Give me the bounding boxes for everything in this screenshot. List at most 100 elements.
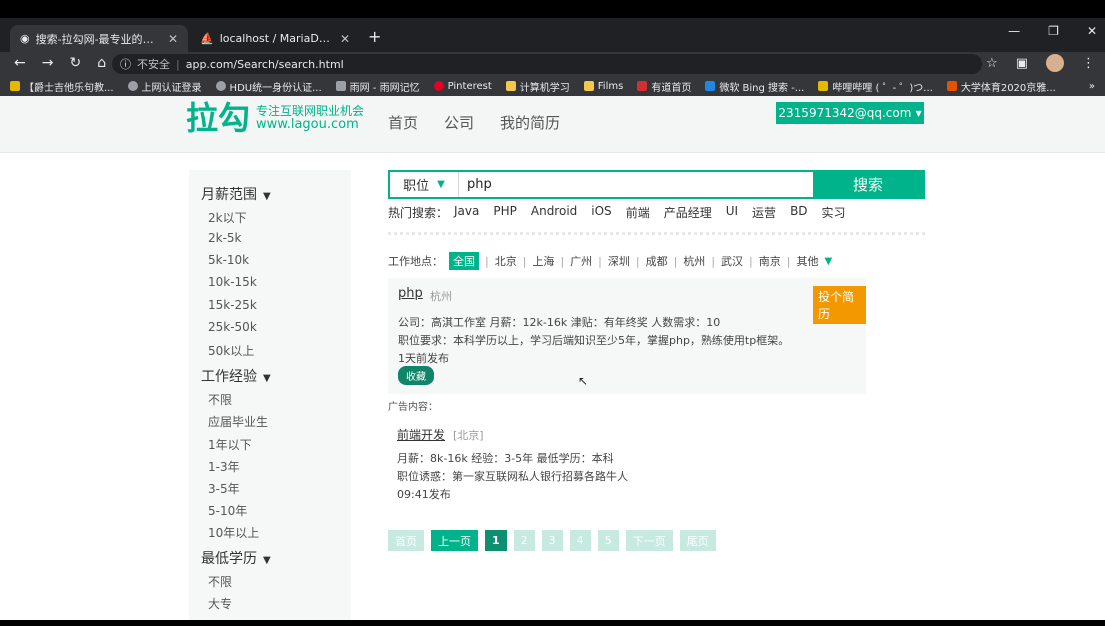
experience-option[interactable]: 1-3年 [208,458,240,475]
search-input[interactable]: php [459,172,813,197]
page-number[interactable]: 2 [513,530,535,551]
web-page: 拉勾 专注互联网职业机会 www.lagou.com 首页 公司 我的简历 23… [0,96,1105,626]
user-menu-button[interactable]: 2315971342@qq.com ▼ [776,102,924,124]
location-city[interactable]: 上海 [532,253,554,269]
apply-button[interactable]: 投个简历 [813,286,866,324]
location-city[interactable]: 广州 [570,253,592,269]
tab-phpmyadmin[interactable]: ⛵ localhost / MariaDB / recruit / ✕ [190,25,360,52]
nav-company[interactable]: 公司 [444,112,474,133]
pagination: 首页 上一页 1 2 3 4 5 下一页 尾页 [388,530,716,551]
page-last-button[interactable]: 尾页 [679,530,716,551]
bookmark-item[interactable]: 大学体育2020京雅... [946,79,1056,94]
experience-option[interactable]: 1年以下 [208,436,252,453]
star-icon[interactable]: ☆ [986,56,998,71]
bookmark-item[interactable]: Films [583,81,623,92]
bookmark-label: 哔哩哔哩 ( ゜- ゜)つ... [832,82,933,94]
facet-experience[interactable]: 工作经验 ▼ [201,366,271,386]
page-number[interactable]: 4 [569,530,591,551]
reload-icon[interactable]: ↻ [69,55,81,71]
location-all[interactable]: 全国 [449,252,479,270]
hot-term[interactable]: 实习 [822,204,846,221]
education-option[interactable]: 大专 [208,595,232,612]
nav-home[interactable]: 首页 [388,112,418,133]
page-number-current[interactable]: 1 [485,530,507,551]
salary-option[interactable]: 10k-15k [208,275,257,289]
minimize-icon[interactable]: — [1008,24,1020,38]
bookmark-item[interactable]: 有道首页 [637,79,691,94]
restore-icon[interactable]: ❐ [1048,24,1059,38]
bookmark-item[interactable]: 上网认证登录 [127,79,202,94]
close-icon[interactable]: ✕ [340,32,350,46]
salary-option[interactable]: 5k-10k [208,253,249,267]
experience-option[interactable]: 5-10年 [208,502,247,519]
location-city[interactable]: 北京 [495,253,517,269]
page-prev-button[interactable]: 上一页 [431,530,478,551]
location-city[interactable]: 南京 [759,253,781,269]
tv-icon [818,81,829,91]
hot-term[interactable]: Android [531,204,577,221]
bookmark-item[interactable]: Pinterest [433,81,492,92]
salary-option[interactable]: 25k-50k [208,320,257,334]
caret-down-icon[interactable]: ▼ [824,256,832,267]
hot-term[interactable]: 产品经理 [664,204,712,221]
close-window-icon[interactable]: ✕ [1087,24,1097,38]
site-logo[interactable]: 拉勾 专注互联网职业机会 www.lagou.com [186,102,364,134]
location-filter: 工作地点： 全国 | 北京 | 上海 | 广州 | 深圳 | 成都 | 杭州 |… [388,252,832,270]
bookmark-item[interactable]: 微软 Bing 搜索 -... [705,79,804,94]
hot-term[interactable]: 前端 [626,204,650,221]
bookmark-item[interactable]: 【爵士吉他乐句教... [10,79,114,94]
hot-term[interactable]: iOS [591,204,611,221]
home-icon[interactable]: ⌂ [97,55,106,71]
back-icon[interactable]: ← [14,55,26,71]
address-bar[interactable]: ⓘ 不安全 | app.com/Search/search.html [112,54,982,74]
bookmark-item[interactable]: 雨网 - 雨网记忆 [335,79,420,94]
location-more[interactable]: 其他 [796,253,818,269]
ad-job-title-link[interactable]: 前端开发 [397,426,445,443]
page-next-button[interactable]: 下一页 [625,530,673,551]
salary-option[interactable]: 15k-25k [208,298,257,312]
ad-label: 广告内容： [388,402,438,413]
experience-option[interactable]: 不限 [208,391,232,408]
experience-option[interactable]: 3-5年 [208,480,240,497]
info-icon[interactable]: ⓘ [120,56,131,72]
salary-option[interactable]: 50k以上 [208,342,254,359]
favorite-button[interactable]: 收藏 [398,366,434,385]
chevron-right-icon[interactable]: » [1089,81,1095,92]
new-tab-button[interactable]: + [368,27,381,46]
page-number[interactable]: 5 [597,530,619,551]
bookmark-item[interactable]: 计算机学习 [505,79,570,94]
job-title-link[interactable]: php [398,286,423,301]
location-city[interactable]: 成都 [646,253,668,269]
hot-term[interactable]: BD [790,204,807,221]
hot-term[interactable]: Java [454,204,479,221]
salary-option[interactable]: 2k以下 [208,209,247,226]
facet-education[interactable]: 最低学历 ▼ [201,548,271,568]
forward-icon[interactable]: → [42,55,54,71]
search-button[interactable]: 搜索 [813,172,923,197]
close-icon[interactable]: ✕ [168,32,178,46]
avatar[interactable] [1046,54,1064,72]
page-first-button[interactable]: 首页 [388,530,424,551]
bookmark-item[interactable]: 哔哩哔哩 ( ゜- ゜)つ... [818,79,933,94]
extension-icon[interactable]: ▣ [1016,56,1028,71]
location-city[interactable]: 深圳 [608,253,630,269]
hot-term[interactable]: PHP [493,204,517,221]
nav-my-resume[interactable]: 我的简历 [500,112,560,133]
salary-option[interactable]: 2k-5k [208,231,242,245]
education-option[interactable]: 不限 [208,573,232,590]
tab-lagou-search[interactable]: ◉ 搜索-拉勾网-最专业的互联网招聘 ✕ [10,25,188,52]
experience-option[interactable]: 应届毕业生 [208,413,268,430]
hot-term[interactable]: 运营 [752,204,776,221]
facet-salary[interactable]: 月薪范围 ▼ [201,184,271,204]
experience-option[interactable]: 10年以上 [208,524,259,541]
location-city[interactable]: 杭州 [683,253,705,269]
leaf-icon [335,81,346,91]
search-category-select[interactable]: 职位 ▼ [390,172,459,197]
bookmark-item[interactable]: HDU统一身份认证... [215,79,322,94]
caret-down-icon: ▼ [263,555,271,566]
menu-icon[interactable]: ⋮ [1082,56,1095,71]
page-number[interactable]: 3 [541,530,563,551]
hot-term[interactable]: UI [726,204,738,221]
globe-icon [215,81,226,91]
location-city[interactable]: 武汉 [721,253,743,269]
